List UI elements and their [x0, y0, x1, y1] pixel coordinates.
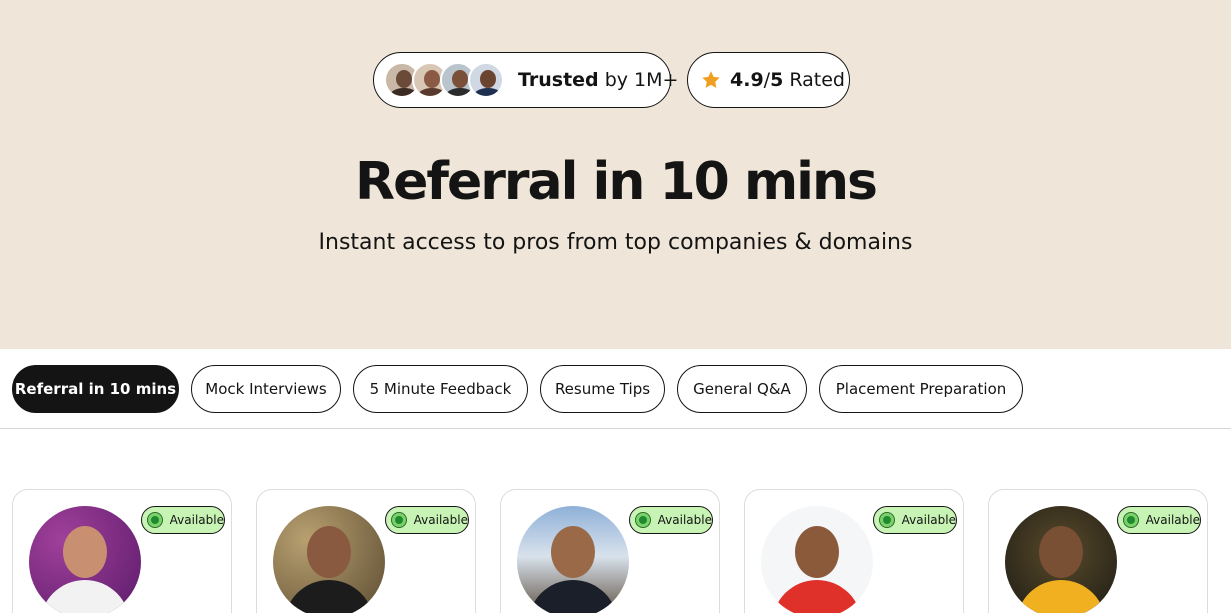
status-dot-icon	[1124, 513, 1138, 527]
avatar	[468, 62, 504, 98]
trusted-badge: Trusted by 1M+	[373, 52, 678, 108]
availability-badge: Available	[141, 506, 225, 534]
tab-resume-tips[interactable]: Resume Tips	[540, 365, 665, 413]
mentor-photo	[517, 506, 629, 613]
availability-badge: Available	[385, 506, 469, 534]
status-dot-icon	[880, 513, 894, 527]
status-dot-icon	[148, 513, 162, 527]
mentor-photo	[1005, 506, 1117, 613]
trusted-text: Trusted by 1M+	[518, 69, 679, 91]
tab-placement-preparation[interactable]: Placement Preparation	[819, 365, 1023, 413]
mentor-card[interactable]: Available	[500, 489, 720, 613]
category-tabs: Referral in 10 mins Mock Interviews 5 Mi…	[0, 349, 1231, 429]
mentor-card[interactable]: Available	[256, 489, 476, 613]
page-subtitle: Instant access to pros from top companie…	[318, 230, 913, 255]
tab-mock-interviews[interactable]: Mock Interviews	[191, 365, 341, 413]
mentor-card[interactable]: Available	[988, 489, 1208, 613]
page-title: Referral in 10 mins	[355, 152, 878, 212]
mentor-photo	[273, 506, 385, 613]
availability-badge: Available	[629, 506, 713, 534]
rating-text: 4.9/5 Rated	[730, 69, 845, 91]
status-dot-icon	[392, 513, 406, 527]
status-dot-icon	[636, 513, 650, 527]
mentor-card[interactable]: Available	[744, 489, 964, 613]
rating-badge: 4.9/5 Rated	[687, 52, 850, 108]
mentor-photo	[761, 506, 873, 613]
tab-general-qa[interactable]: General Q&A	[677, 365, 807, 413]
availability-badge: Available	[1117, 506, 1201, 534]
hero-section: Trusted by 1M+ 4.9/5 Rated Referral in 1…	[0, 0, 1231, 349]
mentor-card[interactable]: Available	[12, 489, 232, 613]
tab-referral[interactable]: Referral in 10 mins	[12, 365, 179, 413]
mentor-photo	[29, 506, 141, 613]
user-avatars	[384, 62, 504, 98]
tab-5-minute-feedback[interactable]: 5 Minute Feedback	[353, 365, 528, 413]
availability-badge: Available	[873, 506, 957, 534]
star-icon	[702, 71, 720, 88]
